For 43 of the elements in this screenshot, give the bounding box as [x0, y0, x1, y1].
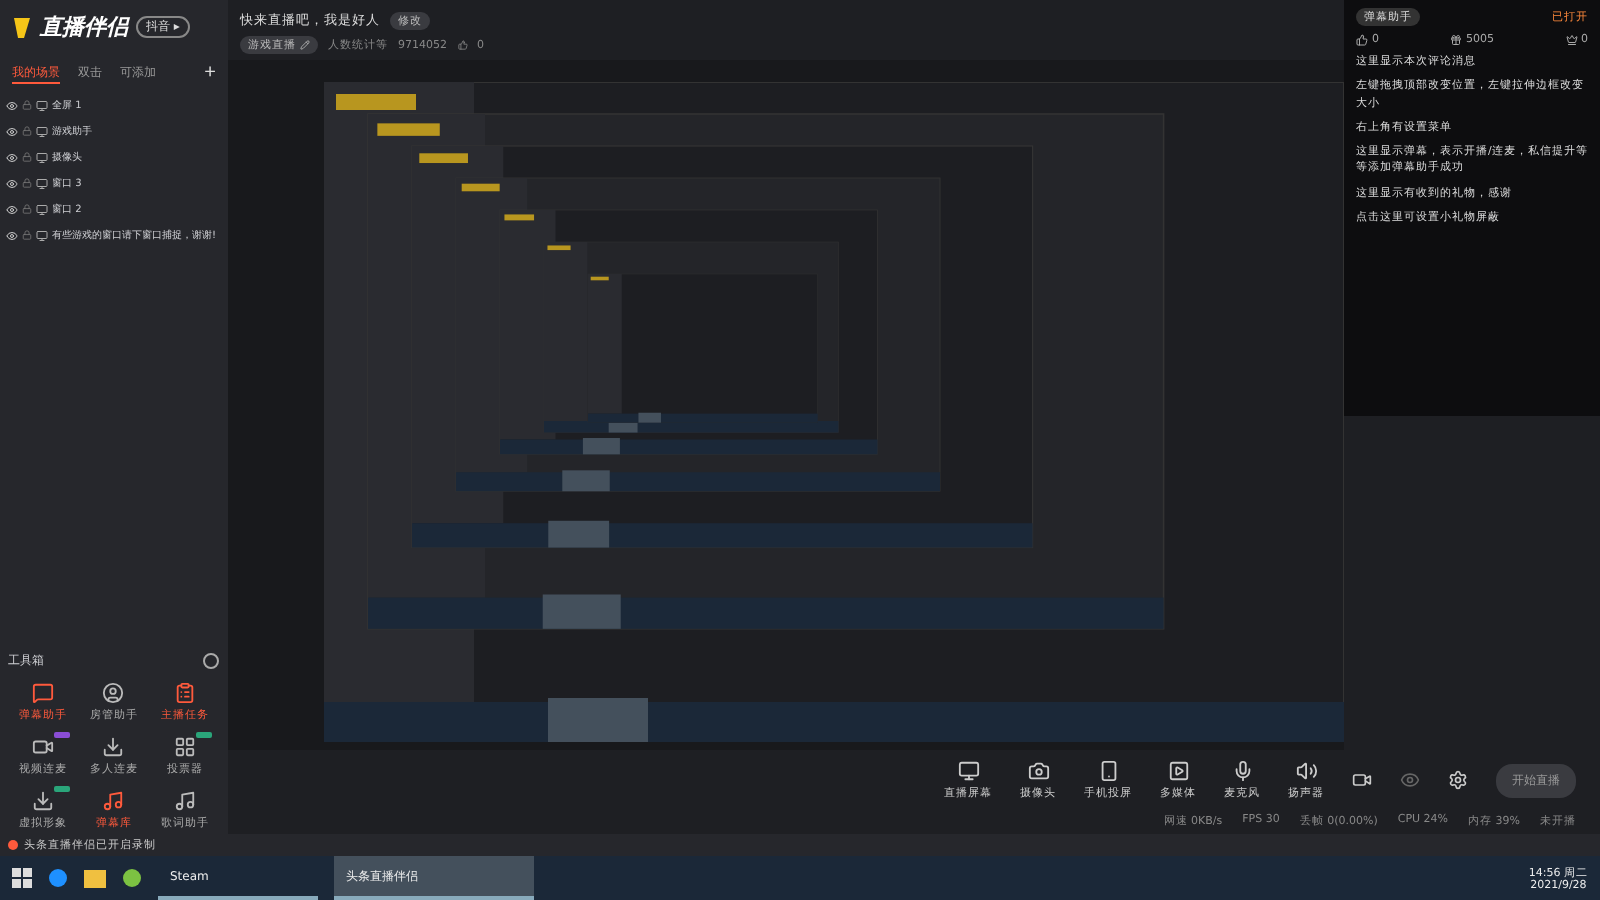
like-icon — [457, 40, 467, 50]
control-icon — [1027, 760, 1049, 782]
app-icon[interactable] — [122, 868, 142, 888]
windows-start-icon[interactable] — [12, 868, 32, 888]
monitor-icon — [36, 177, 48, 189]
tool-icon — [32, 682, 55, 704]
lock-icon[interactable] — [22, 126, 32, 136]
lock-icon[interactable] — [22, 178, 32, 188]
lock-icon[interactable] — [22, 100, 32, 110]
lock-icon[interactable] — [22, 230, 32, 240]
tool-icon — [173, 790, 196, 812]
monitor-icon — [36, 229, 48, 241]
control-icon — [1097, 760, 1119, 782]
tool-icon — [32, 736, 55, 758]
monitor-icon — [36, 203, 48, 215]
app-logo-text: 直播伴侣 — [40, 12, 128, 42]
tool-icon — [173, 736, 196, 758]
tool-icon — [102, 682, 125, 704]
monitor-icon — [36, 151, 48, 163]
control-icon — [957, 760, 979, 782]
count-icon — [1565, 34, 1577, 46]
browser-icon[interactable] — [48, 868, 68, 888]
camera-icon[interactable] — [1352, 770, 1372, 790]
folder-icon[interactable] — [84, 869, 106, 887]
settings-icon[interactable] — [1448, 770, 1468, 790]
count-icon — [1450, 34, 1462, 46]
count-icon — [1356, 34, 1368, 46]
lock-icon[interactable] — [22, 152, 32, 162]
control-icon — [1231, 760, 1253, 782]
control-icon — [1167, 760, 1189, 782]
tool-icon — [102, 790, 125, 812]
tool-icon — [32, 790, 55, 812]
tool-icon — [173, 682, 196, 704]
logo-icon — [12, 15, 32, 39]
control-icon — [1295, 760, 1317, 782]
pencil-icon — [300, 40, 310, 50]
monitor-icon — [36, 125, 48, 137]
monitor-icon — [36, 99, 48, 111]
circle-icon[interactable] — [202, 652, 220, 670]
tool-icon — [102, 736, 125, 758]
notification-dot — [8, 840, 18, 850]
add-scene-button[interactable]: + — [204, 62, 216, 84]
lock-icon[interactable] — [22, 204, 32, 214]
